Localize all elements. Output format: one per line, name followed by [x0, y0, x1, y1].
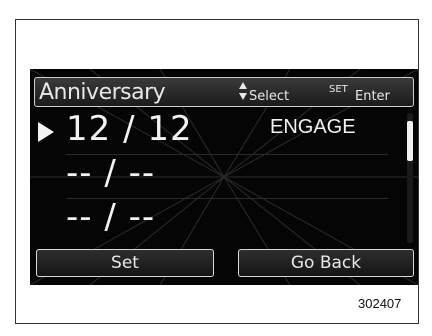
select-hint: Select	[249, 89, 290, 104]
anniversary-date: -- / --	[66, 197, 156, 237]
list-item[interactable]: 12 / 12 ENGAGE	[30, 109, 418, 155]
up-down-arrows-icon	[238, 81, 248, 103]
right-triangle-cursor-icon	[38, 122, 54, 142]
enter-hint: Enter	[355, 89, 390, 104]
set-hint: SET	[329, 84, 348, 95]
screen-title: Anniversary	[39, 80, 166, 105]
screen-header: Anniversary Select SET Enter	[34, 77, 414, 107]
anniversary-label: ENGAGE	[270, 116, 356, 138]
scrollbar[interactable]	[407, 113, 413, 243]
anniversary-date: 12 / 12	[66, 109, 193, 149]
go-back-button[interactable]: Go Back	[238, 249, 414, 277]
scrollbar-thumb[interactable]	[407, 121, 413, 161]
list-item[interactable]: -- / --	[30, 153, 418, 199]
anniversary-date: -- / --	[66, 153, 156, 193]
list-item[interactable]: -- / --	[30, 197, 418, 243]
display-screen: Anniversary Select SET Enter 12 / 12 ENG…	[30, 69, 418, 285]
figure-number: 302407	[358, 296, 402, 311]
set-button[interactable]: Set	[36, 249, 214, 277]
